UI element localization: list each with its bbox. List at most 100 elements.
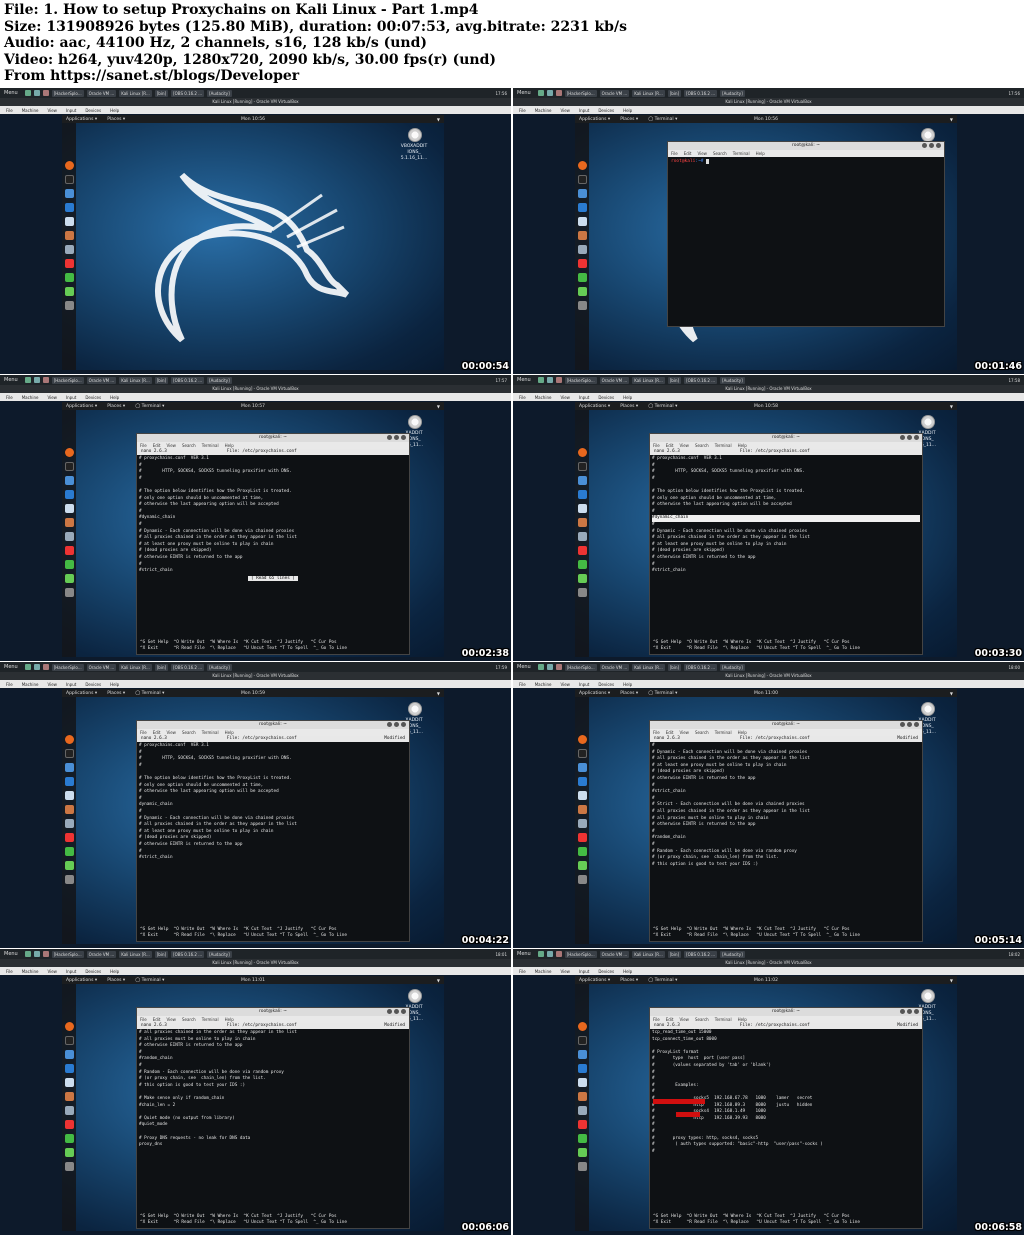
minimize-icon[interactable] (900, 435, 905, 440)
power-icon[interactable]: ▼ (950, 404, 953, 409)
vbox-menu-devices[interactable]: Devices (598, 108, 614, 113)
task-obs[interactable]: [OBS 0.16.2 ... (171, 950, 205, 958)
armitage-icon[interactable] (577, 1078, 587, 1087)
metasploit-icon[interactable] (577, 777, 587, 786)
task-bin[interactable]: [bin] (667, 376, 682, 384)
terminal-menu[interactable]: ◯ Terminal ▾ (135, 978, 164, 983)
metasploit-icon[interactable] (64, 490, 74, 499)
burpsuite-icon[interactable] (577, 231, 587, 240)
faraday-icon[interactable] (577, 546, 587, 555)
task-bin[interactable]: [bin] (154, 663, 169, 671)
places-menu[interactable]: Places ▾ (107, 404, 125, 409)
close-icon[interactable] (401, 722, 406, 727)
firefox-icon[interactable] (577, 735, 587, 744)
task-kali[interactable]: Kali Linux [R... (632, 663, 665, 671)
terminal-icon[interactable] (64, 462, 74, 471)
firefox-icon[interactable] (64, 735, 74, 744)
armitage-icon[interactable] (577, 791, 587, 800)
task-hackersploit[interactable]: [HackerSplo... (564, 950, 597, 958)
faraday-icon[interactable] (577, 1120, 587, 1129)
burpsuite-icon[interactable] (64, 231, 74, 240)
terminal-menu-terminal[interactable]: Terminal (202, 1017, 219, 1022)
vbox-menu-devices[interactable]: Devices (598, 682, 614, 687)
files-icon[interactable] (64, 1050, 74, 1059)
files-icon[interactable] (64, 476, 74, 485)
terminal-menu-help[interactable]: Help (738, 1017, 747, 1022)
applications-menu[interactable]: Applications ▾ (66, 404, 97, 409)
vbox-menu-devices[interactable]: Devices (85, 108, 101, 113)
task-kali[interactable]: Kali Linux [R... (119, 663, 152, 671)
metasploit-icon[interactable] (64, 203, 74, 212)
cd-drive-icon[interactable] (408, 702, 422, 716)
power-icon[interactable]: ▼ (950, 117, 953, 122)
app-icon[interactable] (24, 377, 31, 383)
vbox-menu-help[interactable]: Help (110, 108, 119, 113)
terminal-menu-view[interactable]: View (679, 1017, 689, 1022)
terminal-menu[interactable]: ◯ Terminal ▾ (648, 117, 677, 122)
maximize-icon[interactable] (394, 722, 399, 727)
vbox-menu-file[interactable]: File (519, 108, 526, 113)
task-kali[interactable]: Kali Linux [R... (632, 950, 665, 958)
show-apps-icon[interactable] (64, 301, 74, 310)
vbox-menu-file[interactable]: File (6, 969, 13, 974)
terminal-menu-terminal[interactable]: Terminal (202, 443, 219, 448)
task-kali[interactable]: Kali Linux [R... (632, 89, 665, 97)
maltego-icon[interactable] (64, 245, 74, 254)
faraday-icon[interactable] (64, 546, 74, 555)
maltego-icon[interactable] (577, 819, 587, 828)
task-hackersploit[interactable]: [HackerSplo... (564, 89, 597, 97)
leafpad-icon[interactable] (577, 1134, 587, 1143)
task-obs[interactable]: [OBS 0.16.2 ... (684, 89, 718, 97)
terminal-menu-help[interactable]: Help (738, 730, 747, 735)
armitage-icon[interactable] (577, 504, 587, 513)
minimize-icon[interactable] (387, 1009, 392, 1014)
task-bin[interactable]: [bin] (667, 663, 682, 671)
firefox-icon[interactable] (64, 1022, 74, 1031)
task-bin[interactable]: [bin] (154, 89, 169, 97)
app-icon[interactable] (537, 377, 544, 383)
close-icon[interactable] (914, 722, 919, 727)
terminal-menu-edit[interactable]: Edit (666, 443, 674, 448)
task-hackersploit[interactable]: [HackerSplo... (564, 663, 597, 671)
terminal-icon[interactable] (64, 749, 74, 758)
burpsuite-icon[interactable] (64, 518, 74, 527)
app-icon[interactable] (546, 377, 553, 383)
nano-text-area[interactable]: # # Dynamic - Each connection will be do… (650, 742, 922, 869)
power-icon[interactable]: ▼ (950, 978, 953, 983)
terminal-menu-view[interactable]: View (166, 443, 176, 448)
terminal-icon[interactable] (577, 1036, 587, 1045)
terminal-menu-terminal[interactable]: Terminal (202, 730, 219, 735)
power-icon[interactable]: ▼ (437, 117, 440, 122)
firefox-icon[interactable] (577, 1022, 587, 1031)
places-menu[interactable]: Places ▾ (620, 691, 638, 696)
task-bin[interactable]: [bin] (154, 950, 169, 958)
cherrytree-icon[interactable] (577, 1148, 587, 1157)
cd-drive-icon[interactable] (921, 702, 935, 716)
task-oracle-vm[interactable]: Oracle VM ... (599, 950, 630, 958)
vbox-menu-help[interactable]: Help (623, 682, 632, 687)
terminal-menu-edit[interactable]: Edit (153, 730, 161, 735)
app-icon[interactable] (33, 377, 40, 383)
maltego-icon[interactable] (64, 532, 74, 541)
files-icon[interactable] (577, 763, 587, 772)
app-icon[interactable] (537, 951, 544, 957)
applications-menu[interactable]: Applications ▾ (579, 691, 610, 696)
terminal-menu-edit[interactable]: Edit (666, 1017, 674, 1022)
places-menu[interactable]: Places ▾ (620, 978, 638, 983)
terminal-icon[interactable] (64, 175, 74, 184)
vbox-menu-machine[interactable]: Machine (535, 682, 552, 687)
close-icon[interactable] (914, 435, 919, 440)
vbox-menu-devices[interactable]: Devices (85, 395, 101, 400)
minimize-icon[interactable] (387, 435, 392, 440)
files-icon[interactable] (577, 1050, 587, 1059)
minimize-icon[interactable] (900, 1009, 905, 1014)
task-kali[interactable]: Kali Linux [R... (119, 89, 152, 97)
cd-drive-icon[interactable] (921, 415, 935, 429)
maltego-icon[interactable] (577, 1106, 587, 1115)
task-oracle-vm[interactable]: Oracle VM ... (86, 89, 117, 97)
terminal-window[interactable]: root@kali: ~ File Edit View Search Terminal He… (136, 720, 410, 942)
nano-text-area[interactable]: # all proxies chained in the order as th… (137, 1029, 409, 1150)
leafpad-icon[interactable] (64, 560, 74, 569)
files-icon[interactable] (64, 763, 74, 772)
vbox-menu-input[interactable]: Input (579, 395, 589, 400)
